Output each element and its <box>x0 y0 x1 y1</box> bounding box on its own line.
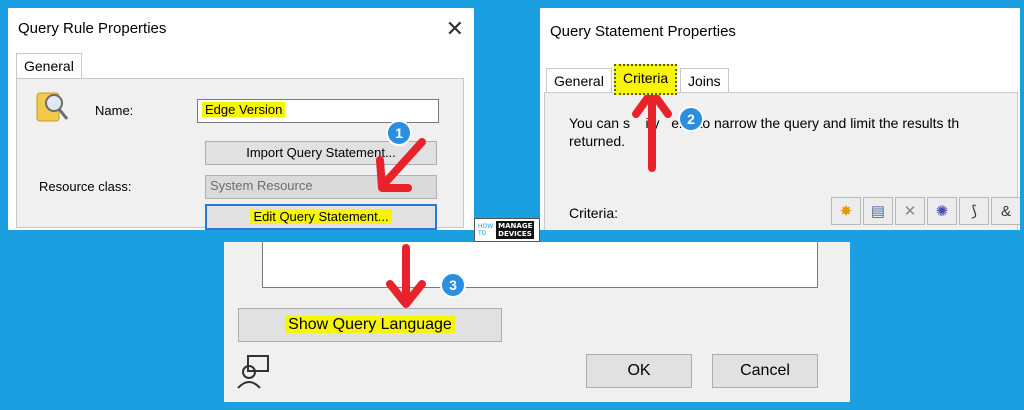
name-input[interactable]: Edge Version <box>197 99 439 123</box>
show-query-language-label: Show Query Language <box>285 316 455 333</box>
step-badge-2: 2 <box>678 106 704 132</box>
tab-general[interactable]: General <box>16 53 82 78</box>
show-query-language-button[interactable]: Show Query Language <box>238 308 502 342</box>
how-to-manage-devices-logo: HOW TO MANAGE DEVICES <box>474 218 540 242</box>
edit-query-statement-label: Edit Query Statement... <box>250 209 392 224</box>
ok-button[interactable]: OK <box>586 354 692 388</box>
tab-general[interactable]: General <box>546 68 612 93</box>
criteria-tab-pane: You can s ify eria to narrow the query a… <box>544 92 1020 230</box>
dialog-title: Query Statement Properties <box>550 23 736 40</box>
logo-how-to: HOW TO <box>478 223 494 237</box>
query-rule-icon <box>36 92 69 122</box>
logo-manage-devices: MANAGE DEVICES <box>496 221 535 239</box>
user-remote-icon <box>237 355 269 389</box>
delete-icon[interactable]: ✕ <box>895 197 925 225</box>
criteria-list[interactable] <box>262 242 818 288</box>
properties-icon[interactable]: ▤ <box>863 197 893 225</box>
close-icon[interactable]: ✕ <box>446 16 464 42</box>
query-rule-properties-dialog: Query Rule Properties ✕ General Name: Ed… <box>8 8 474 230</box>
and-or-icon[interactable]: & <box>991 197 1020 225</box>
tab-criteria[interactable]: Criteria <box>614 64 678 95</box>
name-label: Name: <box>95 103 134 118</box>
description-line-1: You can s ify eria to narrow the query a… <box>569 115 960 131</box>
dialog-title: Query Rule Properties <box>18 20 167 37</box>
ungroup-icon[interactable]: ⟆ <box>959 197 989 225</box>
step-badge-1: 1 <box>386 120 412 146</box>
edit-query-statement-button[interactable]: Edit Query Statement... <box>205 204 437 230</box>
group-icon[interactable]: ✺ <box>927 197 957 225</box>
criteria-label: Criteria: <box>569 205 619 221</box>
step-badge-3: 3 <box>440 272 466 298</box>
tab-joins[interactable]: Joins <box>680 68 729 93</box>
arrow-2-icon <box>632 88 672 172</box>
query-statement-properties-dialog: Query Statement Properties General Crite… <box>540 8 1020 230</box>
arrow-3-icon <box>386 244 426 308</box>
cancel-button[interactable]: Cancel <box>712 354 818 388</box>
query-statement-dialog-bottom: Show Query Language OK Cancel <box>224 242 850 402</box>
name-input-value: Edge Version <box>202 102 286 117</box>
description-line-2: returned. <box>569 133 626 149</box>
resource-class-label: Resource class: <box>39 179 132 194</box>
new-criterion-icon[interactable]: ✸ <box>831 197 861 225</box>
